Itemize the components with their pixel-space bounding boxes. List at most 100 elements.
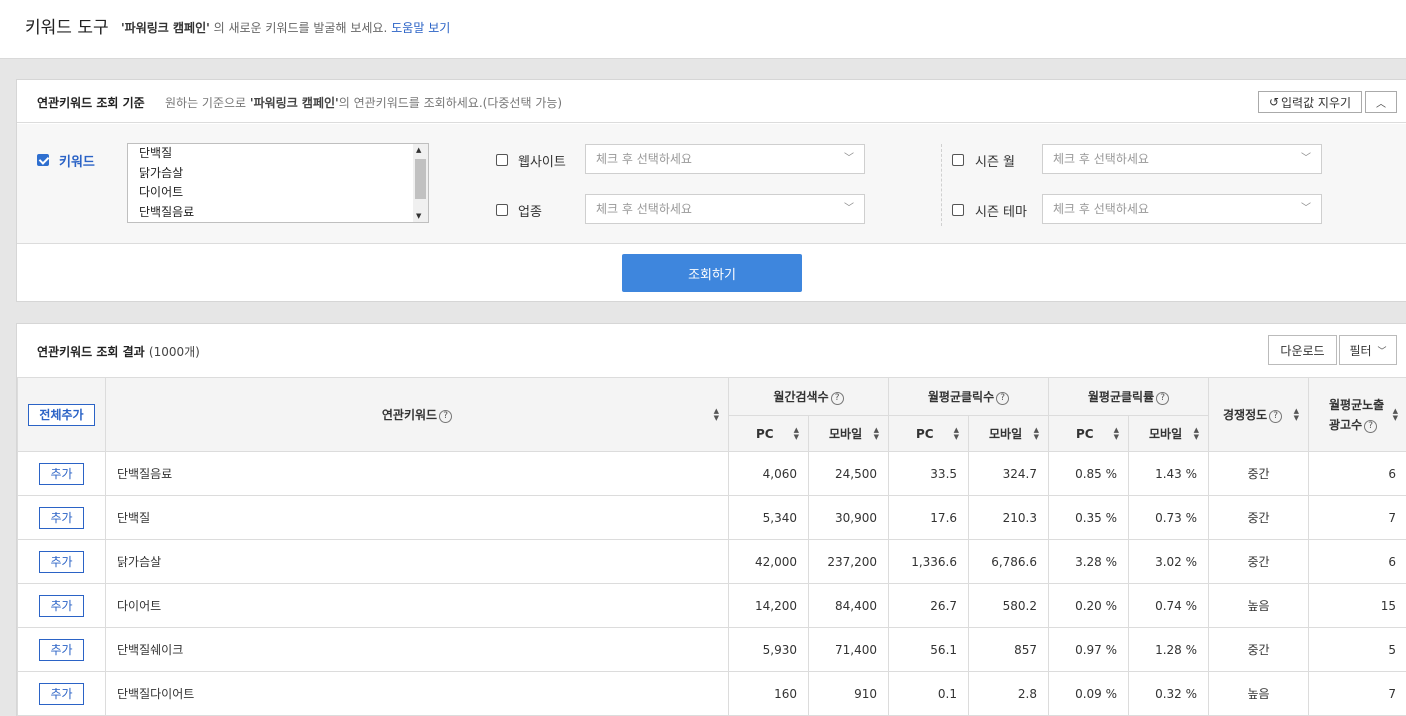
keyword-link[interactable]: 다이어트 — [105, 583, 729, 628]
season-theme-checkbox[interactable] — [952, 204, 964, 216]
scroll-up-icon[interactable]: ▲ — [416, 146, 421, 154]
results-title-text: 연관키워드 조회 결과 — [37, 345, 145, 359]
help-icon[interactable]: ? — [1269, 410, 1283, 423]
help-icon[interactable]: ? — [1364, 419, 1378, 433]
season-month-select[interactable]: 체크 후 선택하세요 ﹀ — [1042, 144, 1322, 174]
help-icon[interactable]: ? — [1156, 392, 1170, 405]
header-avg-ads[interactable]: 월평균노출 광고수? ▲ ▼ — [1308, 377, 1406, 452]
filter-button[interactable]: 필터 ﹀ — [1339, 335, 1397, 365]
add-all-button[interactable]: 전체추가 — [28, 403, 95, 426]
scrollbar-thumb[interactable] — [415, 159, 426, 199]
keyword-checkbox[interactable] — [37, 154, 49, 166]
sort-icon[interactable]: ▲ ▼ — [714, 407, 719, 422]
keyword-entry: 단백질음료 — [139, 204, 195, 219]
search-pc-cell: 14,200 — [728, 583, 809, 628]
keyword-link[interactable]: 단백질쉐이크 — [105, 627, 729, 672]
clicks-mobile-cell: 2.8 — [968, 671, 1050, 716]
chevron-down-icon: ﹀ — [1301, 153, 1311, 164]
add-button[interactable]: 추가 — [39, 638, 84, 661]
clicks-mobile-cell: 324.7 — [968, 451, 1050, 496]
header-avg-ctr: 월평균클릭률? — [1048, 377, 1210, 416]
industry-select[interactable]: 체크 후 선택하세요 ﹀ — [585, 194, 865, 224]
page-title: 키워드 도구 — [25, 18, 109, 38]
search-button[interactable]: 조회하기 — [622, 254, 802, 292]
download-button[interactable]: 다운로드 — [1268, 335, 1337, 365]
keyword-link[interactable]: 닭가슴살 — [105, 539, 729, 584]
sort-icon[interactable]: ▲ ▼ — [1194, 426, 1199, 441]
ctr-pc-cell: 0.97 % — [1048, 627, 1130, 672]
sort-icon[interactable]: ▲ ▼ — [1294, 407, 1299, 422]
header-keyword[interactable]: 연관키워드? ▲ ▼ — [105, 377, 729, 452]
keyword-link[interactable]: 단백질 — [105, 495, 729, 540]
ctr-mobile-cell: 0.32 % — [1128, 671, 1210, 716]
clicks-mobile-cell: 6,786.6 — [968, 539, 1050, 584]
season-theme-placeholder: 체크 후 선택하세요 — [1053, 202, 1149, 216]
header-mobile-label: 모바일 — [989, 427, 1023, 441]
criteria-body: 키워드 단백질 닭가슴살 다이어트 단백질음료 ▲ ▼ 웹사이트 체크 후 선택… — [17, 124, 1406, 244]
clicks-pc-cell: 1,336.6 — [888, 539, 970, 584]
help-icon[interactable]: ? — [439, 410, 453, 423]
keyword-scrollbar[interactable]: ▲ ▼ — [413, 144, 428, 222]
add-all-header: 전체추가 — [17, 377, 106, 452]
sort-icon[interactable]: ▲ ▼ — [1034, 426, 1039, 441]
sort-icon[interactable]: ▲ ▼ — [874, 426, 879, 441]
keyword-textarea[interactable]: 단백질 닭가슴살 다이어트 단백질음료 ▲ ▼ — [127, 143, 429, 223]
reset-icon: ↺ — [1268, 95, 1279, 109]
season-theme-select[interactable]: 체크 후 선택하세요 ﹀ — [1042, 194, 1322, 224]
help-icon[interactable]: ? — [996, 392, 1010, 405]
keyword-label: 키워드 — [59, 155, 95, 170]
header-clicks-pc[interactable]: PC ▲ ▼ — [888, 415, 970, 452]
season-month-checkbox[interactable] — [952, 154, 964, 166]
ctr-pc-cell: 0.20 % — [1048, 583, 1130, 628]
scroll-down-icon[interactable]: ▼ — [416, 212, 421, 220]
website-checkbox[interactable] — [496, 154, 508, 166]
clear-input-button[interactable]: ↺ 입력값 지우기 — [1258, 91, 1362, 113]
description-text: 의 새로운 키워드를 발굴해 보세요. — [209, 21, 388, 35]
criteria-divider — [941, 144, 942, 226]
sort-icon[interactable]: ▲ ▼ — [954, 426, 959, 441]
season-theme-label: 시즌 테마 — [975, 205, 1027, 220]
search-pc-cell: 5,340 — [728, 495, 809, 540]
ctr-mobile-cell: 0.73 % — [1128, 495, 1210, 540]
add-cell: 추가 — [17, 671, 106, 716]
help-icon[interactable]: ? — [830, 392, 844, 405]
header-competition[interactable]: 경쟁정도? ▲ ▼ — [1208, 377, 1310, 452]
header-search-pc[interactable]: PC ▲ ▼ — [728, 415, 809, 452]
ads-cell: 6 — [1308, 539, 1406, 584]
clicks-pc-cell: 17.6 — [888, 495, 970, 540]
table-row: 추가 단백질다이어트 160 910 0.1 2.8 0.09 % 0.32 %… — [17, 671, 1406, 716]
competition-cell: 높음 — [1208, 583, 1310, 628]
filter-label: 필터 — [1349, 343, 1372, 358]
keyword-link[interactable]: 단백질다이어트 — [105, 671, 729, 716]
add-cell: 추가 — [17, 539, 106, 584]
add-button[interactable]: 추가 — [39, 506, 84, 529]
campaign-name: '파워링크 캠페인' — [121, 21, 210, 35]
search-mobile-cell: 237,200 — [807, 539, 890, 584]
criteria-title: 연관키워드 조회 기준 — [37, 96, 145, 110]
sort-icon[interactable]: ▲ ▼ — [1114, 426, 1119, 441]
sort-icon[interactable]: ▲ ▼ — [794, 426, 799, 441]
header-ctr-pc[interactable]: PC ▲ ▼ — [1048, 415, 1130, 452]
collapse-button[interactable]: ︿ — [1365, 91, 1397, 113]
add-button[interactable]: 추가 — [39, 462, 84, 485]
header-search-mobile[interactable]: 모바일 ▲ ▼ — [807, 415, 890, 452]
add-button[interactable]: 추가 — [39, 594, 84, 617]
header-pc-label: PC — [1076, 426, 1094, 441]
sort-icon[interactable]: ▲ ▼ — [1393, 407, 1398, 422]
website-select[interactable]: 체크 후 선택하세요 ﹀ — [585, 144, 865, 174]
header-clicks-mobile[interactable]: 모바일 ▲ ▼ — [968, 415, 1050, 452]
help-link[interactable]: 도움말 보기 — [391, 21, 450, 35]
ctr-mobile-cell: 0.74 % — [1128, 583, 1210, 628]
keyword-entry: 단백질 — [139, 146, 173, 160]
header-ctr-mobile[interactable]: 모바일 ▲ ▼ — [1128, 415, 1210, 452]
keyword-link[interactable]: 단백질음료 — [105, 451, 729, 496]
add-button[interactable]: 추가 — [39, 550, 84, 573]
page-description: '파워링크 캠페인' 의 새로운 키워드를 발굴해 보세요. 도움말 보기 — [121, 19, 450, 36]
keyword-entry: 닭가슴살 — [139, 165, 184, 180]
table-row: 추가 닭가슴살 42,000 237,200 1,336.6 6,786.6 3… — [17, 539, 1406, 584]
add-button[interactable]: 추가 — [39, 682, 84, 705]
header-pc-label: PC — [756, 426, 774, 441]
header-competition-label: 경쟁정도 — [1223, 408, 1268, 422]
season-month-placeholder: 체크 후 선택하세요 — [1053, 152, 1149, 166]
industry-checkbox[interactable] — [496, 204, 508, 216]
